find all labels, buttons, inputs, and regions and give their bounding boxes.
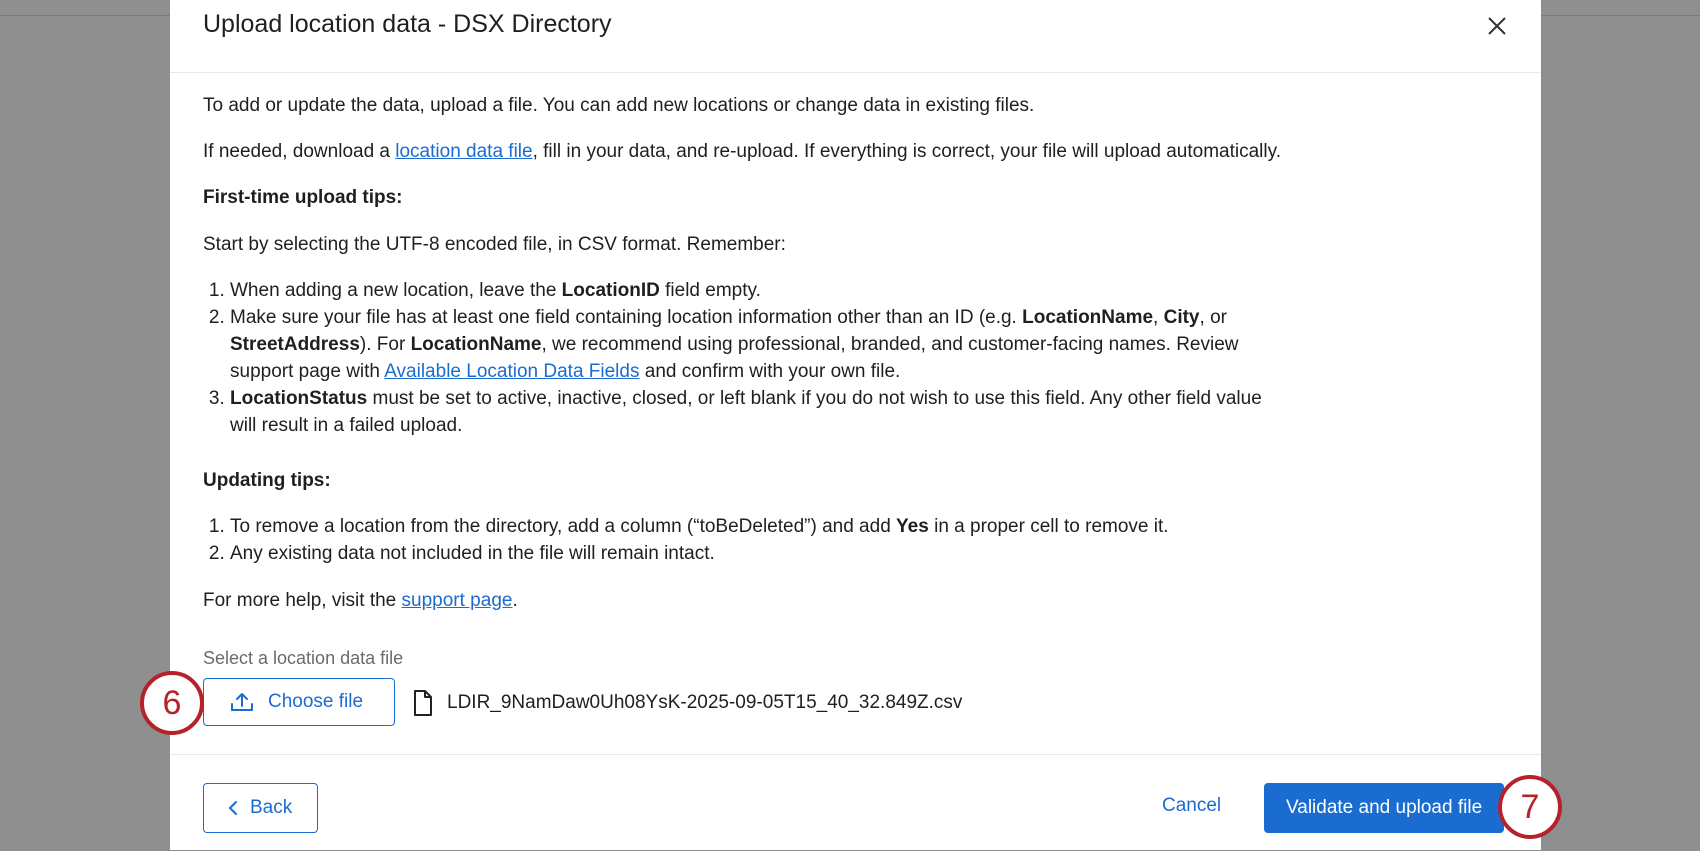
dialog-footer: Back Cancel Validate and upload file (170, 754, 1541, 851)
back-button[interactable]: Back (203, 783, 318, 833)
tip-item-1: When adding a new location, leave the Lo… (230, 277, 1283, 304)
choose-file-button[interactable]: Choose file (203, 678, 395, 726)
back-label: Back (250, 797, 293, 818)
step-6-badge: 6 (140, 671, 204, 735)
location-data-file-link[interactable]: location data file (395, 141, 532, 162)
tip2-text-a: Make sure your file has at least one fie… (230, 307, 1023, 328)
tip2-text-c: , (1153, 307, 1164, 328)
tip1-bold: LocationID (561, 280, 660, 301)
tip-item-2: Make sure your file has at least one fie… (230, 304, 1283, 385)
update-item-2: Any existing data not included in the fi… (230, 540, 1283, 567)
help-post: . (512, 590, 518, 611)
close-icon (1488, 17, 1506, 35)
tip2-bold-4: LocationName (410, 334, 542, 355)
file-select-label: Select a location data file (203, 648, 404, 668)
tip1-pre: When adding a new location, leave the (230, 280, 562, 301)
upd1-post: in a proper cell to remove it. (928, 516, 1169, 537)
tip3-bold: LocationStatus (230, 388, 368, 409)
chevron-left-icon (228, 800, 238, 816)
help-pre: For more help, visit the (203, 590, 402, 611)
upd1-pre: To remove a location from the directory,… (230, 516, 897, 537)
intro-text: To add or update the data, upload a file… (203, 95, 1035, 116)
dialog-header: Upload location data - DSX Directory (170, 0, 1541, 73)
choose-file-label: Choose file (268, 691, 364, 712)
updating-heading: Updating tips: (203, 470, 331, 491)
first-time-heading: First-time upload tips: (203, 187, 403, 208)
file-icon (413, 690, 433, 716)
download-text-post: , fill in your data, and re-upload. If e… (532, 141, 1281, 162)
selected-file: LDIR_9NamDaw0Uh08YsK-2025-09-05T15_40_32… (397, 690, 962, 716)
close-button[interactable] (1483, 12, 1511, 40)
first-time-intro: Start by selecting the UTF-8 encoded fil… (203, 234, 786, 255)
selected-file-name: LDIR_9NamDaw0Uh08YsK-2025-09-05T15_40_32… (447, 692, 963, 713)
first-time-tips-list: When adding a new location, leave the Lo… (203, 277, 1283, 439)
tip2-text-g: and confirm with your own file. (639, 361, 901, 382)
tip3-post: must be set to active, inactive, closed,… (230, 388, 1262, 436)
tip2-bold-3: StreetAddress (230, 334, 360, 355)
upload-icon (230, 691, 254, 713)
tip2-bold-2: City (1163, 307, 1200, 328)
help-text: For more help, visit the support page. (203, 587, 518, 614)
tip1-post: field empty. (659, 280, 761, 301)
download-text-pre: If needed, download a (203, 141, 396, 162)
dialog-title: Upload location data - DSX Directory (203, 10, 612, 38)
update-item-1: To remove a location from the directory,… (230, 513, 1283, 540)
tip-item-3: LocationStatus must be set to active, in… (230, 385, 1283, 439)
validate-upload-button[interactable]: Validate and upload file (1264, 783, 1504, 833)
updating-tips-list: To remove a location from the directory,… (203, 513, 1283, 567)
upd1-bold: Yes (896, 516, 929, 537)
tip2-text-d: , or (1199, 307, 1227, 328)
cancel-button[interactable]: Cancel (1162, 795, 1221, 817)
available-location-data-fields-link[interactable]: Available Location Data Fields (384, 361, 639, 382)
support-page-link[interactable]: support page (402, 590, 513, 611)
step-7-badge: 7 (1498, 775, 1562, 839)
tip2-bold-1: LocationName (1022, 307, 1154, 328)
tip2-text-e: ). For (359, 334, 411, 355)
upload-dialog: Upload location data - DSX Directory To … (170, 0, 1541, 850)
download-text: If needed, download a location data file… (203, 138, 1281, 165)
